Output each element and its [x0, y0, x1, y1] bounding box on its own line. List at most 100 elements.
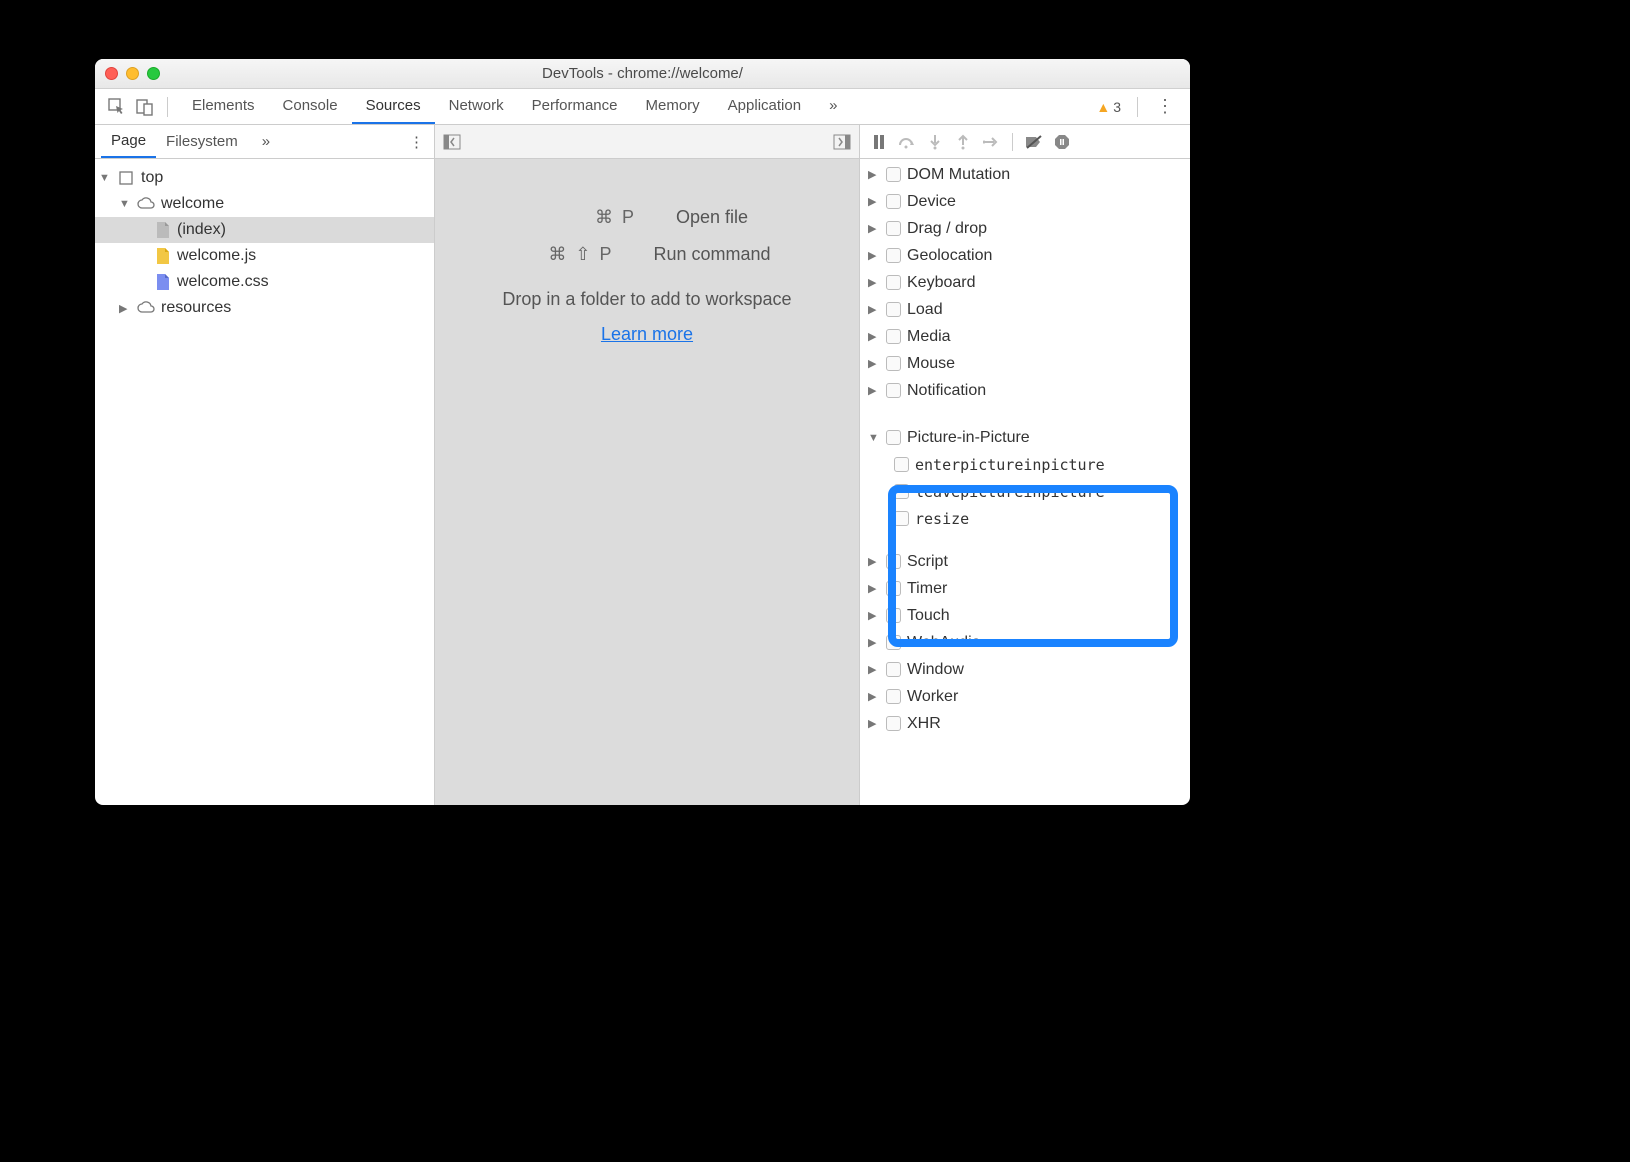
deactivate-breakpoints-icon[interactable]: [1025, 133, 1043, 151]
checkbox[interactable]: [886, 716, 901, 731]
tabs-overflow[interactable]: »: [815, 89, 851, 124]
category-geolocation[interactable]: ▶ Geolocation: [860, 242, 1190, 269]
checkbox[interactable]: [894, 511, 909, 526]
main-tabs: Elements Console Sources Network Perform…: [178, 89, 851, 124]
tree-label: (index): [177, 221, 226, 239]
shortcut-label: Open file: [676, 207, 748, 228]
category-label: Media: [907, 328, 951, 346]
drop-hint-text: Drop in a folder to add to workspace: [502, 289, 791, 310]
navigator-tab-page[interactable]: Page: [101, 125, 156, 158]
tab-console[interactable]: Console: [269, 89, 352, 124]
tree-file-js[interactable]: welcome.js: [95, 243, 434, 269]
checkbox[interactable]: [886, 608, 901, 623]
checkbox[interactable]: [886, 248, 901, 263]
shortcut-keys: ⌘ ⇧ P: [523, 244, 613, 265]
category-worker[interactable]: ▶Worker: [860, 683, 1190, 710]
caret-right-icon: ▶: [868, 384, 880, 397]
checkbox[interactable]: [886, 383, 901, 398]
category-label: DOM Mutation: [907, 166, 1010, 184]
category-label: Script: [907, 553, 948, 571]
category-script[interactable]: ▶Script: [860, 548, 1190, 575]
category-xhr[interactable]: ▶XHR: [860, 710, 1190, 737]
tree-file-css[interactable]: welcome.css: [95, 269, 434, 295]
tree-label: top: [141, 169, 163, 187]
step-into-icon[interactable]: [926, 133, 944, 151]
tab-network[interactable]: Network: [435, 89, 518, 124]
category-dom-mutation[interactable]: ▶ DOM Mutation: [860, 161, 1190, 188]
settings-menu-icon[interactable]: ⋮: [1150, 96, 1180, 117]
caret-right-icon: ▶: [868, 663, 880, 676]
category-load[interactable]: ▶Load: [860, 296, 1190, 323]
inspect-element-icon[interactable]: [105, 95, 129, 119]
category-label: Geolocation: [907, 247, 992, 265]
navigator-tabs-overflow[interactable]: »: [252, 126, 280, 157]
checkbox[interactable]: [886, 302, 901, 317]
checkbox[interactable]: [886, 275, 901, 290]
tree-file-index[interactable]: (index): [95, 217, 434, 243]
category-picture-in-picture[interactable]: ▼Picture-in-Picture: [860, 424, 1190, 451]
event-listener-categories: ▶DOM Mutation ▶Device ▶Drag / drop ▶Geol…: [860, 159, 1190, 805]
tab-elements[interactable]: Elements: [178, 89, 269, 124]
category-label: WebAudio: [907, 634, 981, 652]
category-mouse[interactable]: ▶Mouse: [860, 350, 1190, 377]
step-out-icon[interactable]: [954, 133, 972, 151]
category-device[interactable]: ▶ Device: [860, 188, 1190, 215]
caret-right-icon: ▶: [868, 357, 880, 370]
category-timer[interactable]: ▶Timer: [860, 575, 1190, 602]
pause-icon[interactable]: [870, 133, 888, 151]
checkbox[interactable]: [886, 554, 901, 569]
js-file-icon: [153, 247, 171, 265]
category-window[interactable]: ▶Window: [860, 656, 1190, 683]
checkbox[interactable]: [886, 356, 901, 371]
shortcut-run-command: ⌘ ⇧ P Run command: [523, 244, 770, 265]
tab-performance[interactable]: Performance: [518, 89, 632, 124]
show-debugger-icon[interactable]: [833, 134, 851, 150]
pause-on-exceptions-icon[interactable]: [1053, 133, 1071, 151]
tab-memory[interactable]: Memory: [632, 89, 714, 124]
devtools-window: DevTools - chrome://welcome/ Elements Co…: [95, 59, 1190, 805]
checkbox[interactable]: [886, 430, 901, 445]
caret-right-icon: ▶: [868, 168, 880, 181]
panels: Page Filesystem » ⋮ ▼ top ▼ welcome: [95, 125, 1190, 805]
tree-node-resources[interactable]: ▶ resources: [95, 295, 434, 321]
navigator-tab-filesystem[interactable]: Filesystem: [156, 126, 248, 157]
caret-right-icon: ▶: [868, 249, 880, 262]
category-label: Drag / drop: [907, 220, 987, 238]
category-drag-drop[interactable]: ▶Drag / drop: [860, 215, 1190, 242]
tree-node-domain[interactable]: ▼ welcome: [95, 191, 434, 217]
checkbox[interactable]: [886, 167, 901, 182]
caret-right-icon: ▶: [868, 195, 880, 208]
caret-right-icon: ▶: [868, 636, 880, 649]
category-notification[interactable]: ▶Notification: [860, 377, 1190, 404]
warnings-badge[interactable]: ▲ 3: [1092, 99, 1125, 115]
learn-more-link[interactable]: Learn more: [601, 324, 693, 345]
category-label: Device: [907, 193, 956, 211]
checkbox[interactable]: [886, 635, 901, 650]
category-keyboard[interactable]: ▶Keyboard: [860, 269, 1190, 296]
checkbox[interactable]: [894, 457, 909, 472]
category-media[interactable]: ▶Media: [860, 323, 1190, 350]
event-enterpictureinpicture[interactable]: enterpictureinpicture: [860, 451, 1190, 478]
step-over-icon[interactable]: [898, 133, 916, 151]
step-icon[interactable]: [982, 133, 1000, 151]
navigator-menu-icon[interactable]: ⋮: [399, 133, 434, 151]
event-label: enterpictureinpicture: [915, 456, 1105, 474]
tree-node-top[interactable]: ▼ top: [95, 165, 434, 191]
category-webaudio[interactable]: ▶ WebAudio: [860, 629, 1190, 656]
tab-application[interactable]: Application: [714, 89, 815, 124]
tree-label: welcome: [161, 195, 224, 213]
checkbox[interactable]: [886, 221, 901, 236]
show-navigator-icon[interactable]: [443, 134, 461, 150]
event-resize[interactable]: resize: [860, 505, 1190, 532]
event-leavepictureinpicture[interactable]: leavepictureinpicture: [860, 478, 1190, 505]
tab-sources[interactable]: Sources: [352, 89, 435, 124]
checkbox[interactable]: [886, 689, 901, 704]
checkbox[interactable]: [886, 329, 901, 344]
device-toolbar-icon[interactable]: [133, 95, 157, 119]
checkbox[interactable]: [886, 194, 901, 209]
category-touch[interactable]: ▶Touch: [860, 602, 1190, 629]
category-label: Load: [907, 301, 943, 319]
checkbox[interactable]: [894, 484, 909, 499]
checkbox[interactable]: [886, 662, 901, 677]
checkbox[interactable]: [886, 581, 901, 596]
